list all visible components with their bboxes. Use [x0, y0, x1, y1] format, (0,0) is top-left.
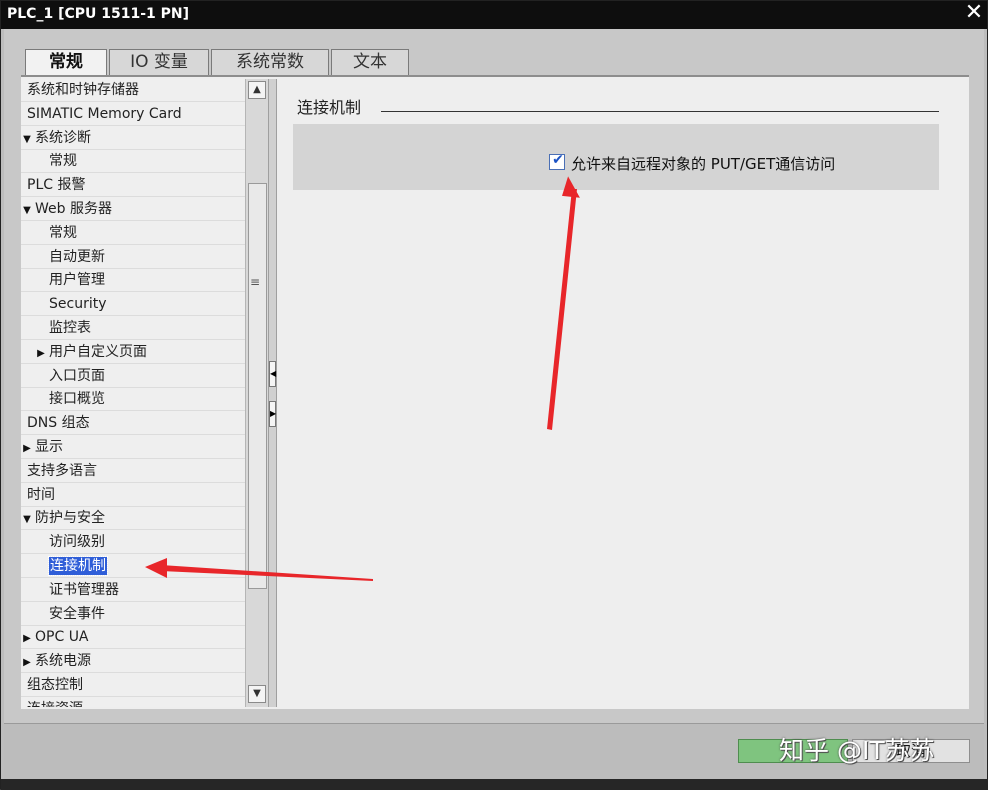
- panel-splitter[interactable]: ◀ ▶: [268, 79, 277, 707]
- tree-item-label: 安全事件: [49, 605, 105, 622]
- tree-item-label: 用户管理: [49, 272, 105, 289]
- tab-io-tags[interactable]: IO 变量: [109, 49, 209, 75]
- tree-item-label: 连接机制: [48, 556, 108, 576]
- tree-item-label: 防护与安全: [35, 510, 105, 527]
- tree-item[interactable]: 组态控制: [21, 674, 245, 697]
- tree-item[interactable]: ▶ 显示: [21, 436, 245, 459]
- tree-item-label: 监控表: [49, 320, 91, 336]
- scroll-up-icon[interactable]: ▲: [248, 81, 266, 99]
- tree-item-label: 组态控制: [27, 677, 83, 693]
- tree-item[interactable]: 时间: [21, 484, 245, 507]
- tree-item[interactable]: 证书管理器: [21, 579, 245, 602]
- bottom-edge: [1, 779, 988, 790]
- expand-right-icon[interactable]: ▶: [269, 401, 276, 427]
- tree-item-label: 访问级别: [49, 534, 105, 551]
- tree-item-label: 常规: [49, 153, 77, 170]
- tree-item-label: 入口页面: [49, 367, 105, 384]
- tree-scrollbar[interactable]: ▲ ≡ ▼: [245, 79, 269, 707]
- put-get-checkbox[interactable]: ✔: [549, 152, 565, 170]
- tree-item[interactable]: 常规: [21, 150, 245, 174]
- tree-item[interactable]: SIMATIC Memory Card: [21, 103, 245, 126]
- tree-item-label: Security: [49, 296, 107, 313]
- tree-item[interactable]: ▶ 用户自定义页面: [21, 341, 245, 364]
- tree-item[interactable]: ▼ Web 服务器: [21, 198, 245, 221]
- tree-item[interactable]: ▼ 系统诊断: [21, 127, 245, 150]
- tree-item-label: 系统诊断: [35, 129, 91, 146]
- tree-item[interactable]: 用户管理: [21, 269, 245, 293]
- tree-item-label: 系统电源: [35, 653, 91, 670]
- tree-item[interactable]: DNS 组态: [21, 412, 245, 436]
- tree-item-label: Web 服务器: [35, 201, 112, 217]
- tree-item-label: 自动更新: [49, 248, 105, 265]
- tree-item-label: 系统和时钟存储器: [27, 82, 139, 98]
- tree-item-label: OPC UA: [35, 629, 89, 646]
- tree-item-label: 显示: [35, 439, 63, 455]
- tree-item[interactable]: 连接资源: [21, 698, 245, 707]
- tree-item[interactable]: ▶ OPC UA: [21, 626, 245, 650]
- scroll-down-icon[interactable]: ▼: [248, 685, 266, 703]
- checkmark-icon: ✔: [552, 152, 564, 168]
- properties-window: PLC_1 [CPU 1511-1 PN] ✕ 常规 IO 变量 系统常数 文本…: [0, 0, 988, 790]
- tree-item[interactable]: 连接机制: [21, 555, 245, 578]
- watermark: 知乎 @IT苏苏: [779, 736, 935, 765]
- expanded-arrow-icon[interactable]: ▼: [21, 508, 33, 531]
- tree-item-label: 接口概览: [49, 391, 105, 408]
- tree-item-label: 用户自定义页面: [49, 343, 147, 360]
- collapsed-arrow-icon[interactable]: ▶: [35, 342, 47, 365]
- tree-item[interactable]: ▶ 系统电源: [21, 650, 245, 674]
- tree-item-label: 支持多语言: [27, 462, 97, 479]
- tree-item[interactable]: ▼ 防护与安全: [21, 507, 245, 531]
- expanded-arrow-icon[interactable]: ▼: [21, 199, 33, 222]
- navigation-tree: 系统和时钟存储器 SIMATIC Memory Card ▼ 系统诊断 常规 PLC 报警…: [21, 79, 245, 707]
- tree-item[interactable]: PLC 报警: [21, 174, 245, 198]
- close-icon[interactable]: ✕: [963, 2, 985, 25]
- tree-item-label: SIMATIC Memory Card: [27, 105, 182, 122]
- tree-item[interactable]: 入口页面: [21, 365, 245, 388]
- collapsed-arrow-icon[interactable]: ▶: [21, 627, 33, 650]
- collapsed-arrow-icon[interactable]: ▶: [21, 651, 33, 674]
- tree-item[interactable]: 安全事件: [21, 603, 245, 626]
- tree-item[interactable]: Security: [21, 293, 245, 317]
- expanded-arrow-icon[interactable]: ▼: [21, 128, 33, 151]
- tab-system-constants[interactable]: 系统常数: [211, 49, 329, 75]
- tree-item-label: PLC 报警: [27, 177, 86, 194]
- tree-item-label: 时间: [27, 486, 55, 503]
- tab-texts[interactable]: 文本: [331, 49, 409, 75]
- tree-item[interactable]: 监控表: [21, 317, 245, 340]
- tree-item-label: 连接资源: [27, 701, 83, 707]
- grip-icon: ≡: [250, 275, 261, 289]
- put-get-checkbox-label[interactable]: 允许来自远程对象的 PUT/GET通信访问: [571, 153, 835, 174]
- tree-item-label: DNS 组态: [27, 415, 90, 432]
- scrollbar-thumb[interactable]: [248, 183, 267, 589]
- tree-item[interactable]: 支持多语言: [21, 460, 245, 483]
- tree-item[interactable]: 自动更新: [21, 246, 245, 269]
- tab-general[interactable]: 常规: [25, 49, 107, 77]
- tree-item[interactable]: 常规: [21, 222, 245, 245]
- collapse-left-icon[interactable]: ◀: [269, 361, 276, 387]
- tree-item-label: 常规: [49, 224, 77, 241]
- tree-item-label: 证书管理器: [49, 581, 119, 598]
- window-title: PLC_1 [CPU 1511-1 PN]: [7, 6, 190, 22]
- tree-item[interactable]: 访问级别: [21, 531, 245, 555]
- collapsed-arrow-icon[interactable]: ▶: [21, 437, 33, 460]
- section-divider: [381, 111, 939, 112]
- tree-item[interactable]: 系统和时钟存储器: [21, 79, 245, 102]
- section-title: 连接机制: [297, 98, 362, 117]
- tree-item[interactable]: 接口概览: [21, 388, 245, 412]
- title-bar: PLC_1 [CPU 1511-1 PN] ✕: [1, 1, 987, 29]
